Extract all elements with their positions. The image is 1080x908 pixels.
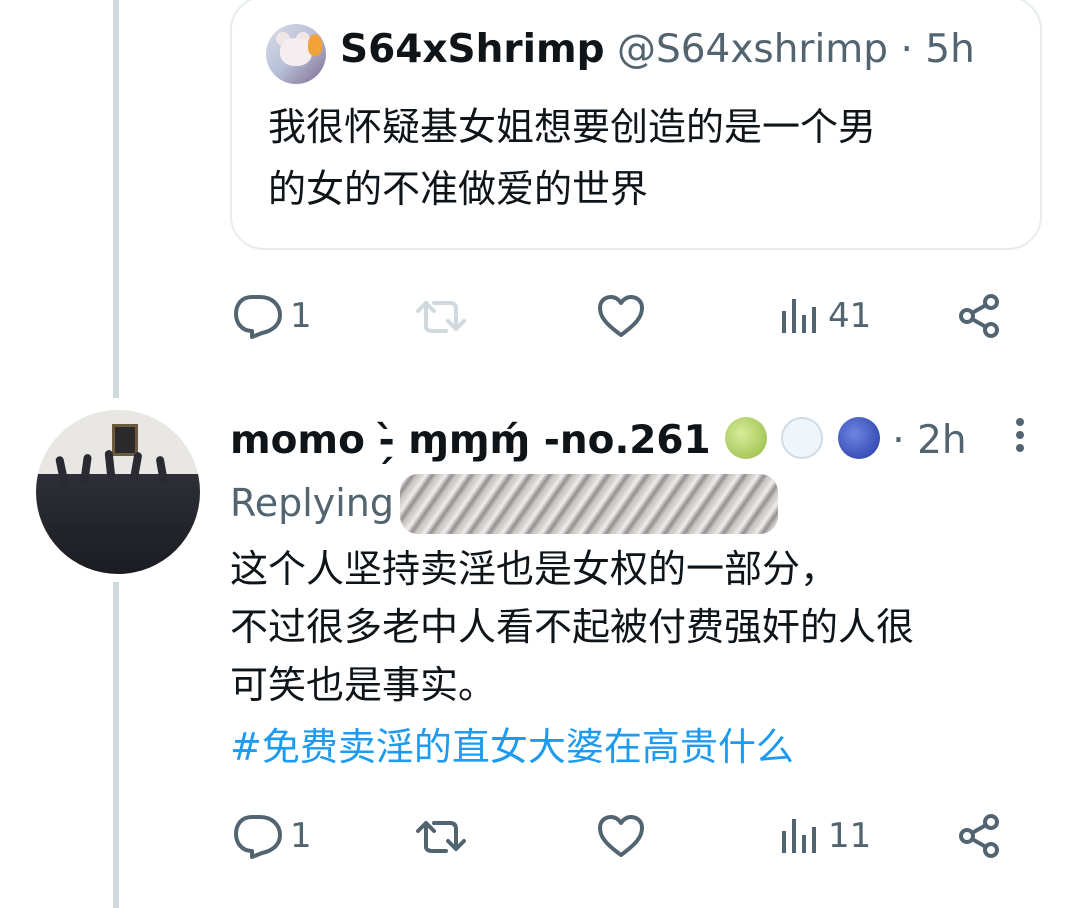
replying-to-label: Replying — [230, 481, 395, 525]
quoted-display-name[interactable]: S64xShrimp — [340, 27, 605, 72]
tweet-thread: S64xShrimp @S64xshrimp · 5h 我很怀疑基女姐想要创造的… — [0, 0, 1080, 908]
avatar-picture-frame — [112, 424, 138, 456]
melon-emoji — [725, 417, 768, 459]
share-button[interactable] — [956, 806, 1002, 866]
quoted-timestamp[interactable]: 5h — [925, 27, 975, 72]
reply-user-avatar[interactable] — [36, 410, 200, 574]
thread-connector-line — [113, 582, 119, 908]
polar-bear-emoji — [781, 417, 824, 459]
quoted-handle[interactable]: @S64xshrimp — [617, 27, 888, 72]
reply-button[interactable]: 1 — [230, 806, 312, 866]
reply-text-line: 不过很多老中人看不起被付费强奸的人很 — [230, 605, 915, 649]
reply-button[interactable]: 1 — [230, 286, 312, 346]
blueberries-emoji — [837, 417, 880, 459]
reply-count: 1 — [290, 296, 312, 336]
retweet-icon — [416, 821, 466, 853]
quoted-text-line: 的女的不准做爱的世界 — [268, 167, 649, 211]
reply-text-line: 这个人坚持卖淫也是女权的一部分， — [230, 547, 839, 591]
share-icon — [959, 814, 999, 858]
like-button[interactable] — [596, 806, 650, 866]
reply-timestamp[interactable]: 2h — [917, 418, 967, 463]
views-button[interactable]: 41 — [778, 286, 871, 346]
reply-tweet-header: momo -̗̀ ɱɱɱ́ -no.261 · 2h — [230, 410, 1020, 472]
like-icon — [598, 295, 644, 337]
views-count: 11 — [828, 816, 872, 856]
reply-icon — [234, 815, 282, 859]
time-separator: · — [892, 418, 905, 463]
share-button[interactable] — [956, 286, 1002, 346]
reply-count: 1 — [290, 816, 312, 856]
like-icon — [598, 815, 644, 857]
reply-icon — [234, 295, 282, 339]
like-button[interactable] — [596, 286, 650, 346]
reply-text-line: 可笑也是事实。 — [230, 663, 497, 707]
quoted-text-line: 我很怀疑基女姐想要创造的是一个男 — [268, 105, 877, 149]
retweet-button[interactable] — [416, 286, 472, 346]
quoted-tweet-header: S64xShrimp @S64xshrimp · 5h — [340, 20, 975, 80]
more-options-button[interactable] — [1004, 412, 1036, 472]
views-icon — [782, 819, 816, 853]
time-separator: · — [900, 27, 913, 72]
more-vertical-icon — [1016, 418, 1024, 452]
retweet-button[interactable] — [416, 806, 472, 866]
views-count: 41 — [828, 296, 872, 336]
quoted-user-avatar[interactable] — [266, 24, 326, 84]
share-icon — [959, 294, 999, 338]
quoted-tweet-text: 我很怀疑基女姐想要创造的是一个男 的女的不准做爱的世界 — [268, 96, 1008, 220]
avatar-flame — [308, 34, 322, 56]
quoted-tweet-card[interactable]: S64xShrimp @S64xshrimp · 5h 我很怀疑基女姐想要创造的… — [230, 0, 1042, 250]
hashtag-link[interactable]: #免费卖淫的直女大婆在高贵什么 — [230, 718, 794, 776]
reply-tweet-text: 这个人坚持卖淫也是女权的一部分， 不过很多老中人看不起被付费强奸的人很 可笑也是… — [230, 540, 1050, 714]
views-icon — [782, 299, 816, 333]
tweet-action-bar: 1 11 — [230, 806, 1020, 866]
redacted-mention-overlay — [400, 474, 778, 534]
thread-connector-line — [113, 0, 119, 398]
views-button[interactable]: 11 — [778, 806, 871, 866]
retweet-icon — [416, 301, 466, 333]
avatar-crowd — [36, 474, 200, 574]
tweet-action-bar: 1 41 — [230, 286, 1020, 346]
reply-display-name[interactable]: momo -̗̀ ɱɱɱ́ -no.261 — [230, 418, 711, 463]
